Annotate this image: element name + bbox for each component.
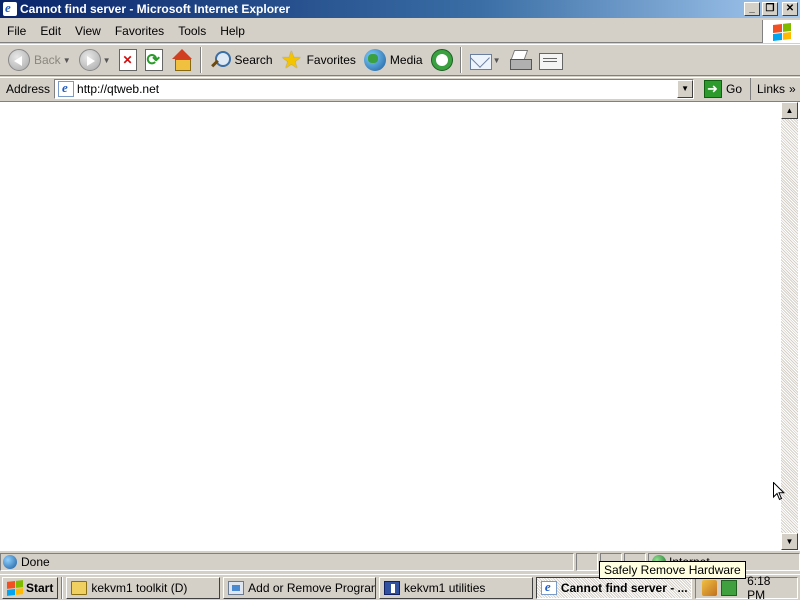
start-button[interactable]: Start (2, 576, 59, 599)
toolbar-separator (199, 47, 202, 73)
windows-flag-icon (7, 579, 23, 596)
status-text: Done (21, 555, 50, 569)
mail-dropdown-icon[interactable]: ▼ (493, 56, 501, 65)
forward-button[interactable]: ▼ (75, 46, 115, 74)
minimize-button[interactable]: _ (744, 2, 760, 16)
refresh-icon (144, 49, 163, 71)
taskbar-button-label: kekvm1 utilities (404, 580, 486, 595)
home-icon (171, 49, 193, 71)
menu-help[interactable]: Help (213, 24, 252, 38)
window-title: Cannot find server - Microsoft Internet … (20, 2, 291, 16)
search-label: Search (234, 53, 273, 67)
taskbar-divider (61, 576, 64, 599)
edit-page-icon (538, 49, 563, 71)
windows-logo-throbber (762, 20, 800, 43)
links-label: Links (757, 82, 786, 96)
browser-content-frame: ▲ ▼ (0, 101, 800, 551)
taskbar-button-internet-explorer[interactable]: Cannot find server - ... (535, 576, 692, 599)
page-icon[interactable] (58, 80, 75, 97)
go-arrow-icon (704, 79, 723, 98)
add-remove-programs-icon (228, 580, 245, 595)
printer-icon (509, 49, 532, 71)
address-label: Address (6, 81, 51, 96)
favorites-label: Favorites (306, 53, 356, 67)
taskbar-button-toolkit[interactable]: kekvm1 toolkit (D) (66, 576, 221, 599)
favorites-button[interactable]: Favorites (277, 46, 360, 75)
window-controls: _ ❐ ✕ (744, 2, 798, 16)
address-field[interactable]: ▼ (54, 78, 695, 99)
media-globe-icon (363, 49, 386, 71)
address-input[interactable] (77, 79, 678, 98)
favorites-star-icon (281, 46, 303, 75)
status-cell (576, 553, 598, 571)
scroll-down-button[interactable]: ▼ (781, 533, 798, 550)
menu-edit[interactable]: Edit (33, 24, 68, 38)
menu-file[interactable]: File (0, 24, 33, 38)
back-dropdown-icon[interactable]: ▼ (63, 56, 71, 65)
scroll-up-button[interactable]: ▲ (781, 102, 798, 119)
back-label: Back (34, 53, 61, 67)
media-button[interactable]: Media (360, 46, 427, 74)
mail-icon (469, 49, 492, 71)
menu-view[interactable]: View (68, 24, 108, 38)
system-tray: 6:18 PM (694, 574, 798, 600)
stop-icon (118, 49, 137, 71)
back-button[interactable]: Back ▼ (4, 46, 75, 74)
forward-dropdown-icon[interactable]: ▼ (103, 56, 111, 65)
forward-arrow-icon (78, 49, 101, 71)
menu-favorites[interactable]: Favorites (108, 24, 171, 38)
menu-bar: File Edit View Favorites Tools Help (0, 20, 800, 43)
links-toolbar[interactable]: Links » (750, 78, 800, 100)
address-bar: Address ▼ Go Links » (0, 77, 800, 100)
search-button[interactable]: Search (205, 46, 277, 74)
desktop-screen: Cannot find server - Microsoft Internet … (0, 0, 800, 600)
refresh-button[interactable] (141, 46, 167, 74)
internet-explorer-icon[interactable] (3, 0, 17, 16)
menu-tools[interactable]: Tools (171, 24, 213, 38)
utilities-icon (384, 580, 401, 595)
stop-button[interactable] (115, 46, 141, 74)
clock[interactable]: 6:18 PM (747, 574, 791, 600)
toolbar-separator (459, 47, 462, 73)
history-icon (430, 49, 453, 71)
taskbar-button-utilities[interactable]: kekvm1 utilities (379, 576, 533, 599)
taskbar-button-label: Cannot find server - ... (560, 580, 688, 595)
window-title-bar[interactable]: Cannot find server - Microsoft Internet … (0, 0, 800, 18)
print-button[interactable] (505, 46, 535, 74)
folder-icon (71, 580, 88, 595)
search-icon (209, 49, 231, 71)
page-status-icon (3, 555, 17, 569)
taskbar-button-label: Add or Remove Programs (248, 580, 377, 595)
edit-button[interactable] (535, 46, 565, 74)
go-label: Go (726, 81, 743, 96)
standard-toolbar: Back ▼ ▼ Search Favorites Media (0, 44, 800, 76)
hardware-icon[interactable] (701, 579, 718, 596)
mail-button[interactable]: ▼ (465, 46, 505, 74)
start-label: Start (26, 580, 54, 595)
home-button[interactable] (167, 46, 197, 74)
status-text-panel: Done (0, 553, 574, 571)
go-button[interactable]: Go (700, 79, 746, 98)
address-dropdown-button[interactable]: ▼ (677, 79, 694, 98)
taskbar-button-label: kekvm1 toolkit (D) (91, 580, 188, 595)
safely-remove-hardware-icon[interactable] (721, 579, 738, 596)
mouse-pointer-icon (773, 482, 785, 501)
web-page-area[interactable] (2, 102, 780, 550)
close-button[interactable]: ✕ (782, 2, 798, 16)
restore-button[interactable]: ❐ (762, 2, 778, 16)
taskbar-button-add-remove-programs[interactable]: Add or Remove Programs (223, 576, 377, 599)
links-chevron-icon[interactable]: » (789, 82, 796, 96)
windows-flag-icon (772, 22, 791, 41)
media-label: Media (389, 53, 423, 67)
back-arrow-icon (8, 49, 30, 71)
internet-explorer-icon (540, 579, 557, 595)
tooltip: Safely Remove Hardware (599, 561, 746, 579)
history-button[interactable] (427, 46, 457, 74)
